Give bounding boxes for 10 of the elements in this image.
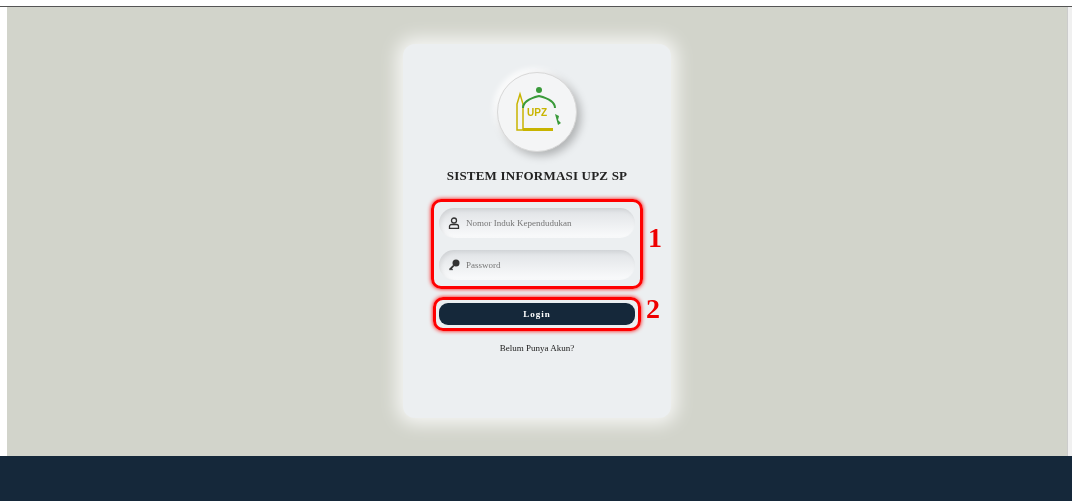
logo-text: UPZ	[527, 107, 547, 118]
app-title: SISTEM INFORMASI UPZ SP	[446, 168, 628, 184]
login-button[interactable]: Login	[439, 303, 635, 325]
user-icon	[448, 217, 460, 229]
annotation-number: 2	[646, 293, 660, 325]
input-field[interactable]: Nomor Induk Kependudukan	[439, 208, 635, 238]
password-field[interactable]: Password	[439, 250, 635, 280]
annotation-number: 1	[648, 222, 662, 254]
key-icon	[448, 259, 460, 271]
register-link[interactable]: Belum Punya Akun?	[499, 343, 575, 353]
